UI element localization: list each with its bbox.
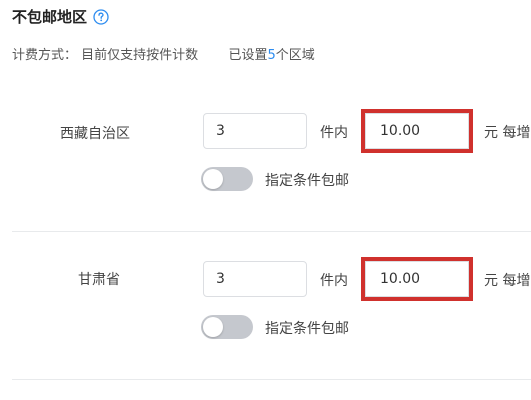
divider bbox=[12, 379, 531, 380]
unit-label: 件内 bbox=[320, 125, 348, 141]
toggle-knob bbox=[203, 317, 223, 337]
section-title: 不包邮地区 bbox=[12, 8, 88, 26]
price-input[interactable] bbox=[365, 261, 469, 297]
unit-label: 件内 bbox=[320, 273, 348, 289]
question-circle-icon[interactable] bbox=[93, 8, 109, 25]
quantity-input[interactable] bbox=[203, 113, 307, 149]
free-shipping-toggle[interactable] bbox=[201, 315, 253, 339]
price-tail-label: 元 每增 bbox=[484, 273, 531, 289]
shipping-exclusion-panel: 不包邮地区 计费方式： 目前仅支持按件计数 已设置5个区域 西藏自治区 件内 元… bbox=[0, 0, 531, 400]
toggle-knob bbox=[203, 169, 223, 189]
toggle-label: 指定条件包邮 bbox=[265, 321, 349, 337]
toggle-label: 指定条件包邮 bbox=[265, 173, 349, 189]
divider bbox=[12, 231, 531, 232]
region-name: 甘肃省 bbox=[78, 272, 120, 288]
section-header: 不包邮地区 bbox=[12, 6, 109, 27]
free-shipping-toggle[interactable] bbox=[201, 167, 253, 191]
region-name: 西藏自治区 bbox=[60, 126, 130, 142]
billing-info: 计费方式： 目前仅支持按件计数 已设置5个区域 bbox=[12, 44, 315, 63]
billing-method-label: 计费方式： bbox=[12, 48, 78, 63]
billing-method-value: 目前仅支持按件计数 bbox=[81, 48, 199, 63]
highlighted-price-box bbox=[361, 109, 473, 153]
price-tail-label: 元 每增 bbox=[484, 125, 531, 141]
region-row: 甘肃省 件内 元 每增 指定条件包邮 bbox=[0, 257, 531, 381]
quantity-input[interactable] bbox=[203, 261, 307, 297]
configured-count: 5 bbox=[267, 48, 276, 63]
configured-prefix: 已设置 bbox=[228, 48, 268, 63]
price-input[interactable] bbox=[365, 113, 469, 149]
highlighted-price-box bbox=[361, 257, 473, 301]
region-row: 西藏自治区 件内 元 每增 指定条件包邮 bbox=[0, 109, 531, 233]
configured-suffix: 个区域 bbox=[275, 48, 315, 63]
